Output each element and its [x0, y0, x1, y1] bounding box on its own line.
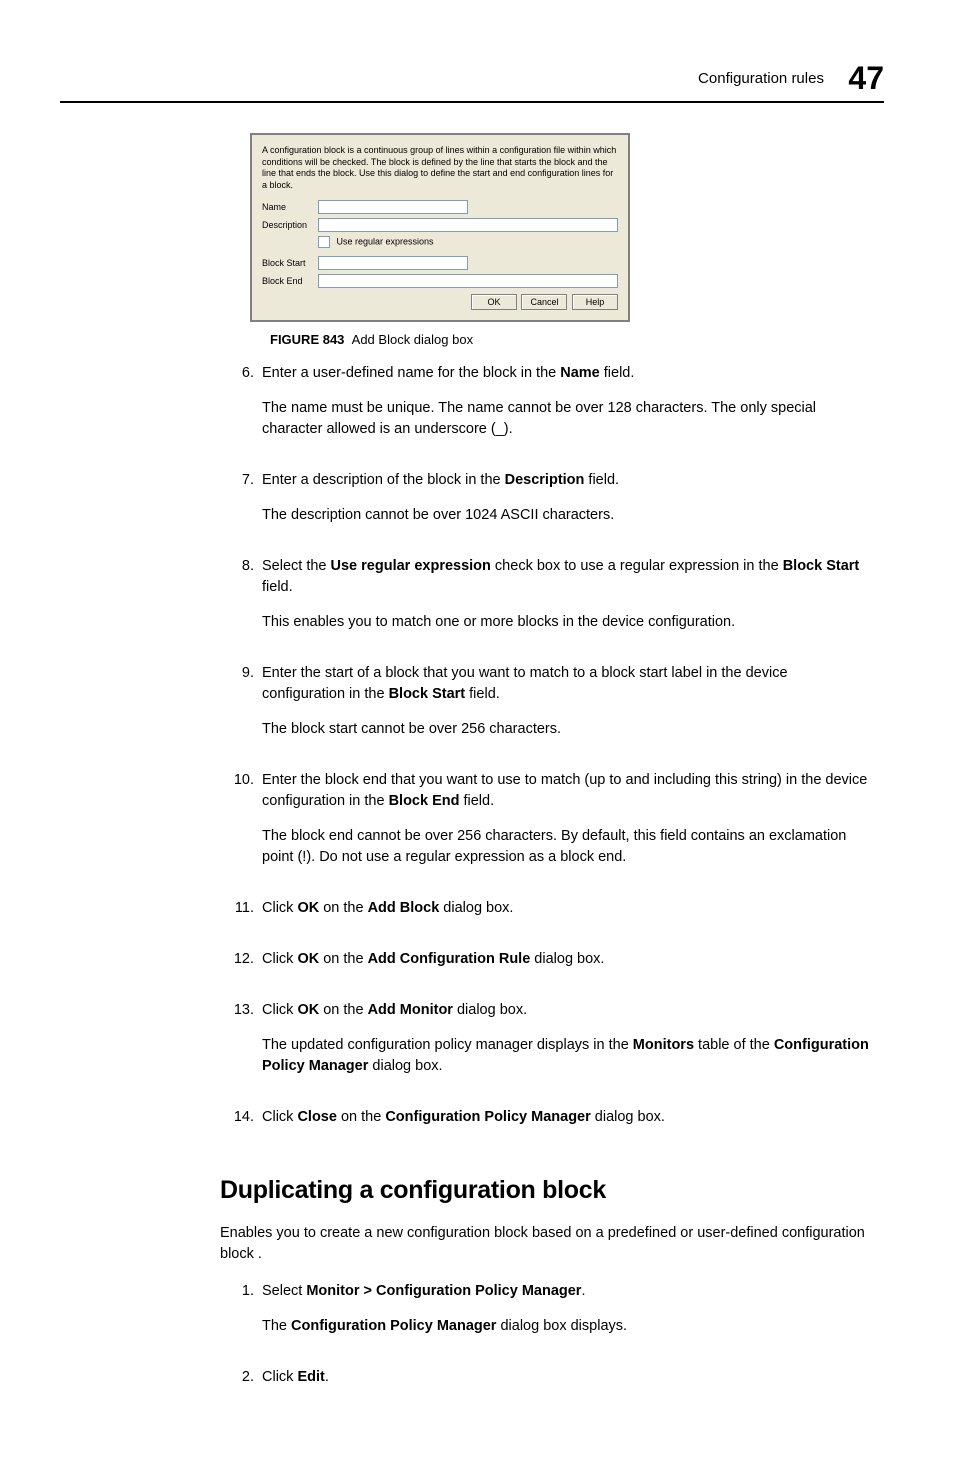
figure-text: Add Block dialog box	[352, 332, 473, 347]
block-start-label: Block Start	[262, 258, 318, 268]
section-heading-duplicating: Duplicating a configuration block	[220, 1172, 874, 1208]
cancel-button[interactable]: Cancel	[521, 294, 567, 310]
step-number: 2.	[220, 1367, 262, 1402]
block-end-field[interactable]	[318, 274, 618, 288]
step-number: 1.	[220, 1281, 262, 1351]
block-start-field[interactable]	[318, 256, 468, 270]
figure-label: FIGURE 843	[270, 332, 344, 347]
figure-caption: FIGURE 843 Add Block dialog box	[270, 332, 894, 347]
step-13: 13. Click OK on the Add Monitor dialog b…	[220, 1000, 874, 1091]
dup-step-1: 1. Select Monitor > Configuration Policy…	[220, 1281, 874, 1351]
step-number: 7.	[220, 470, 262, 540]
dialog-intro-text: A configuration block is a continuous gr…	[262, 145, 618, 192]
step-8: 8. Select the Use regular expression che…	[220, 556, 874, 647]
regex-label: Use regular expressions	[337, 236, 434, 246]
name-label: Name	[262, 202, 318, 212]
description-label: Description	[262, 220, 318, 230]
section-intro: Enables you to create a new configuratio…	[220, 1223, 874, 1265]
step-9: 9. Enter the start of a block that you w…	[220, 663, 874, 754]
help-button[interactable]: Help	[572, 294, 618, 310]
step-number: 10.	[220, 770, 262, 882]
dup-step-2: 2. Click Edit.	[220, 1367, 874, 1402]
page-header: Configuration rules 47	[60, 60, 894, 103]
step-number: 6.	[220, 363, 262, 454]
step-number: 13.	[220, 1000, 262, 1091]
step-12: 12. Click OK on the Add Configuration Ru…	[220, 949, 874, 984]
header-rule	[60, 101, 884, 103]
step-14: 14. Click Close on the Configuration Pol…	[220, 1107, 874, 1142]
step-number: 11.	[220, 898, 262, 933]
step-number: 14.	[220, 1107, 262, 1142]
add-block-dialog: A configuration block is a continuous gr…	[250, 133, 630, 322]
step-7: 7. Enter a description of the block in t…	[220, 470, 874, 540]
step-number: 8.	[220, 556, 262, 647]
description-field[interactable]	[318, 218, 618, 232]
ok-button[interactable]: OK	[471, 294, 517, 310]
step-10: 10. Enter the block end that you want to…	[220, 770, 874, 882]
step-11: 11. Click OK on the Add Block dialog box…	[220, 898, 874, 933]
regex-checkbox[interactable]	[318, 236, 330, 248]
name-field[interactable]	[318, 200, 468, 214]
step-number: 12.	[220, 949, 262, 984]
header-page-number: 47	[848, 60, 884, 97]
block-end-label: Block End	[262, 276, 318, 286]
step-6: 6. Enter a user-defined name for the blo…	[220, 363, 874, 454]
header-title: Configuration rules	[698, 70, 824, 87]
step-number: 9.	[220, 663, 262, 754]
